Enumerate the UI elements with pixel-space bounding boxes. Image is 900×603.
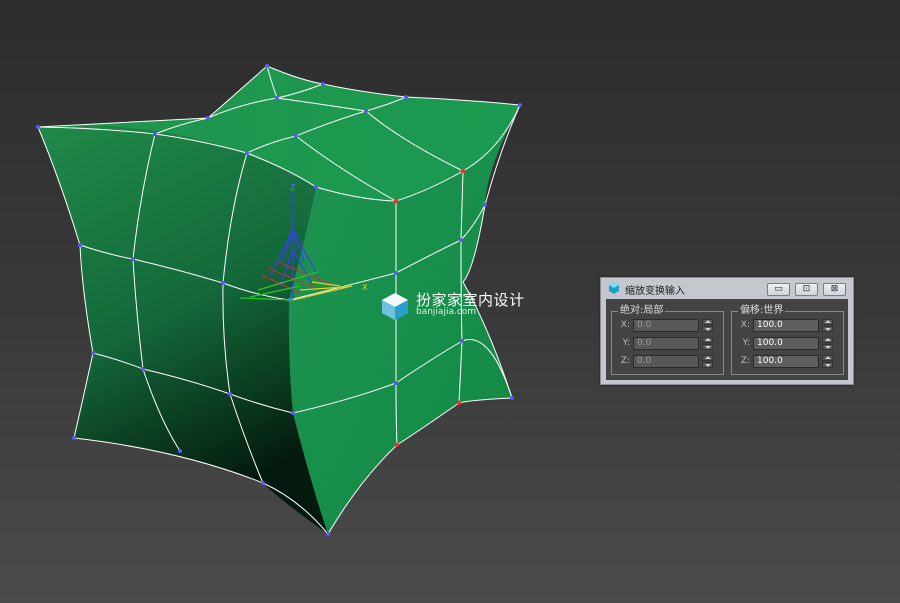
spinner-down-icon[interactable] xyxy=(822,326,833,332)
offset-x-input[interactable]: 100.0 xyxy=(753,319,819,332)
offset-z-input[interactable]: 100.0 xyxy=(753,355,819,368)
offset-y-row: Y: 100.0 xyxy=(732,336,843,351)
gizmo-x-label: X xyxy=(362,283,368,292)
minimize-button[interactable]: ▭ xyxy=(767,283,790,296)
offset-x-row: X: 100.0 xyxy=(732,318,843,333)
spinner-up-icon[interactable] xyxy=(822,319,833,325)
spinner-up-icon[interactable] xyxy=(702,337,713,343)
offset-world-label: 偏移:世界 xyxy=(738,304,786,318)
watermark-url: banjiajia.com xyxy=(416,307,477,317)
3dsmax-app-icon xyxy=(609,282,619,294)
offset-world-group: 偏移:世界 X: 100.0 Y: 100.0 Z: 100.0 xyxy=(731,304,844,375)
x-label: X: xyxy=(740,320,750,330)
absolute-local-group: 绝对:局部 X: 0.0 Y: 0.0 Z: 0.0 xyxy=(611,304,724,375)
y-label: Y: xyxy=(742,338,750,348)
spinner-down-icon[interactable] xyxy=(822,362,833,368)
absolute-y-row: Y: 0.0 xyxy=(612,336,723,351)
offset-y-spinner[interactable] xyxy=(822,337,833,350)
y-label: Y: xyxy=(622,338,630,348)
scale-transform-dialog: 缩放变换输入 ▭ ⊡ ⊠ 绝对:局部 X: 0.0 Y: 0.0 Z: 0.0 … xyxy=(600,277,854,385)
offset-z-row: Z: 100.0 xyxy=(732,354,843,369)
spinner-down-icon[interactable] xyxy=(702,326,713,332)
left-face xyxy=(38,125,328,535)
absolute-x-input[interactable]: 0.0 xyxy=(633,319,699,332)
z-label: Z: xyxy=(740,356,750,366)
dialog-title: 缩放变换输入 xyxy=(625,286,685,297)
spinner-up-icon[interactable] xyxy=(702,355,713,361)
absolute-z-input[interactable]: 0.0 xyxy=(633,355,699,368)
offset-x-spinner[interactable] xyxy=(822,319,833,332)
absolute-y-input[interactable]: 0.0 xyxy=(633,337,699,350)
absolute-z-spinner[interactable] xyxy=(702,355,713,368)
offset-y-input[interactable]: 100.0 xyxy=(753,337,819,350)
gizmo-z-label: Z xyxy=(290,183,296,192)
close-button[interactable]: ⊠ xyxy=(823,283,846,296)
x-label: X: xyxy=(620,320,630,330)
watermark: 扮家家室内设计 banjiajia.com xyxy=(380,289,540,323)
absolute-z-row: Z: 0.0 xyxy=(612,354,723,369)
spinner-down-icon[interactable] xyxy=(702,344,713,350)
absolute-local-label: 绝对:局部 xyxy=(618,304,666,318)
spinner-up-icon[interactable] xyxy=(702,319,713,325)
restore-button[interactable]: ⊡ xyxy=(795,283,818,296)
dialog-titlebar[interactable]: 缩放变换输入 ▭ ⊡ ⊠ xyxy=(601,278,853,298)
spinner-down-icon[interactable] xyxy=(702,362,713,368)
z-label: Z: xyxy=(620,356,630,366)
absolute-x-row: X: 0.0 xyxy=(612,318,723,333)
dialog-client: 绝对:局部 X: 0.0 Y: 0.0 Z: 0.0 偏移:世界 X: 100.… xyxy=(606,299,848,380)
absolute-y-spinner[interactable] xyxy=(702,337,713,350)
spinner-up-icon[interactable] xyxy=(822,355,833,361)
absolute-x-spinner[interactable] xyxy=(702,319,713,332)
spinner-down-icon[interactable] xyxy=(822,344,833,350)
spinner-up-icon[interactable] xyxy=(822,337,833,343)
offset-z-spinner[interactable] xyxy=(822,355,833,368)
banjiajia-logo-icon xyxy=(382,293,408,320)
